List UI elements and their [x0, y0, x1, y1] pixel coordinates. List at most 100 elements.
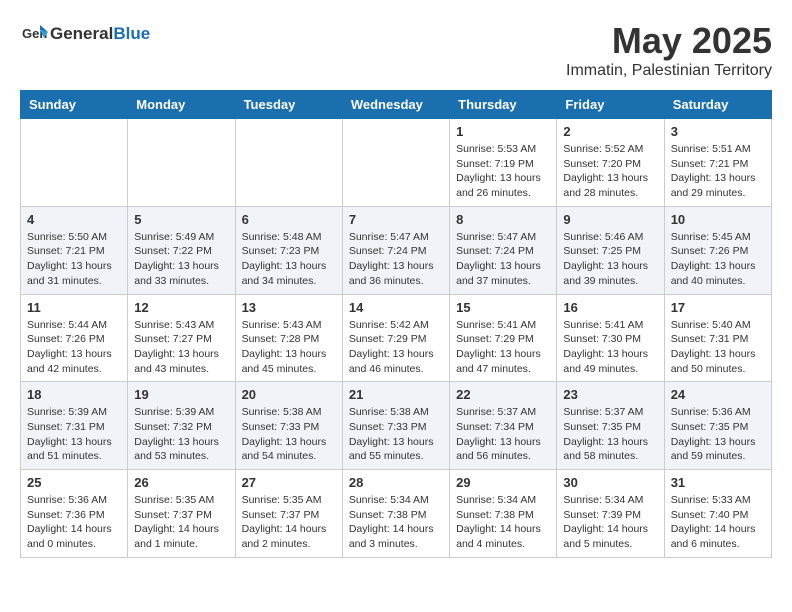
cell-date-number: 16	[563, 300, 657, 315]
cell-info-text: Sunrise: 5:34 AM Sunset: 7:38 PM Dayligh…	[456, 493, 550, 552]
cell-info-text: Sunrise: 5:41 AM Sunset: 7:30 PM Dayligh…	[563, 318, 657, 377]
cell-date-number: 10	[671, 212, 765, 227]
cell-date-number: 29	[456, 475, 550, 490]
cell-date-number: 5	[134, 212, 228, 227]
cell-info-text: Sunrise: 5:48 AM Sunset: 7:23 PM Dayligh…	[242, 230, 336, 289]
calendar-cell: 7 Sunrise: 5:47 AM Sunset: 7:24 PM Daylig…	[342, 206, 449, 294]
calendar-cell	[342, 119, 449, 207]
cell-date-number: 1	[456, 124, 550, 139]
calendar-week-1: 1 Sunrise: 5:53 AM Sunset: 7:19 PM Daylig…	[21, 119, 772, 207]
cell-info-text: Sunrise: 5:49 AM Sunset: 7:22 PM Dayligh…	[134, 230, 228, 289]
cell-info-text: Sunrise: 5:35 AM Sunset: 7:37 PM Dayligh…	[134, 493, 228, 552]
cell-date-number: 8	[456, 212, 550, 227]
calendar-week-4: 18 Sunrise: 5:39 AM Sunset: 7:31 PM Dayli…	[21, 382, 772, 470]
header-saturday: Saturday	[664, 91, 771, 119]
cell-date-number: 13	[242, 300, 336, 315]
cell-date-number: 21	[349, 387, 443, 402]
cell-info-text: Sunrise: 5:53 AM Sunset: 7:19 PM Dayligh…	[456, 142, 550, 201]
calendar-cell: 12 Sunrise: 5:43 AM Sunset: 7:27 PM Dayli…	[128, 294, 235, 382]
calendar-cell: 21 Sunrise: 5:38 AM Sunset: 7:33 PM Dayli…	[342, 382, 449, 470]
header-monday: Monday	[128, 91, 235, 119]
cell-date-number: 4	[27, 212, 121, 227]
calendar-cell: 6Sunrise: 5:48 AM Sunset: 7:23 PM Daylig…	[235, 206, 342, 294]
calendar-cell: 23Sunrise: 5:37 AM Sunset: 7:35 PM Dayli…	[557, 382, 664, 470]
cell-date-number: 14	[349, 300, 443, 315]
cell-date-number: 9	[563, 212, 657, 227]
location-subtitle: Immatin, Palestinian Territory	[566, 62, 772, 80]
cell-info-text: Sunrise: 5:38 AM Sunset: 7:33 PM Dayligh…	[242, 405, 336, 464]
calendar-cell: 4 Sunrise: 5:50 AM Sunset: 7:21 PM Daylig…	[21, 206, 128, 294]
cell-info-text: Sunrise: 5:52 AM Sunset: 7:20 PM Dayligh…	[563, 142, 657, 201]
cell-info-text: Sunrise: 5:35 AM Sunset: 7:37 PM Dayligh…	[242, 493, 336, 552]
calendar-cell: 3 Sunrise: 5:51 AM Sunset: 7:21 PM Daylig…	[664, 119, 771, 207]
cell-info-text: Sunrise: 5:40 AM Sunset: 7:31 PM Dayligh…	[671, 318, 765, 377]
cell-date-number: 25	[27, 475, 121, 490]
cell-info-text: Sunrise: 5:43 AM Sunset: 7:27 PM Dayligh…	[134, 318, 228, 377]
logo-icon: Gen	[20, 20, 48, 48]
calendar-week-3: 11Sunrise: 5:44 AM Sunset: 7:26 PM Dayli…	[21, 294, 772, 382]
header-wednesday: Wednesday	[342, 91, 449, 119]
cell-info-text: Sunrise: 5:50 AM Sunset: 7:21 PM Dayligh…	[27, 230, 121, 289]
cell-date-number: 20	[242, 387, 336, 402]
cell-date-number: 11	[27, 300, 121, 315]
calendar-cell: 1 Sunrise: 5:53 AM Sunset: 7:19 PM Daylig…	[450, 119, 557, 207]
calendar-cell: 29 Sunrise: 5:34 AM Sunset: 7:38 PM Dayli…	[450, 470, 557, 558]
cell-info-text: Sunrise: 5:36 AM Sunset: 7:35 PM Dayligh…	[671, 405, 765, 464]
cell-info-text: Sunrise: 5:38 AM Sunset: 7:33 PM Dayligh…	[349, 405, 443, 464]
calendar-cell: 26 Sunrise: 5:35 AM Sunset: 7:37 PM Dayli…	[128, 470, 235, 558]
cell-info-text: Sunrise: 5:34 AM Sunset: 7:38 PM Dayligh…	[349, 493, 443, 552]
calendar-cell: 17 Sunrise: 5:40 AM Sunset: 7:31 PM Dayli…	[664, 294, 771, 382]
calendar-cell: 19Sunrise: 5:39 AM Sunset: 7:32 PM Dayli…	[128, 382, 235, 470]
calendar-cell: 8Sunrise: 5:47 AM Sunset: 7:24 PM Daylig…	[450, 206, 557, 294]
calendar-cell: 27 Sunrise: 5:35 AM Sunset: 7:37 PM Dayli…	[235, 470, 342, 558]
cell-date-number: 12	[134, 300, 228, 315]
cell-date-number: 19	[134, 387, 228, 402]
calendar-cell: 11Sunrise: 5:44 AM Sunset: 7:26 PM Dayli…	[21, 294, 128, 382]
cell-info-text: Sunrise: 5:36 AM Sunset: 7:36 PM Dayligh…	[27, 493, 121, 552]
logo: Gen GeneralBlue	[20, 20, 150, 48]
cell-info-text: Sunrise: 5:39 AM Sunset: 7:31 PM Dayligh…	[27, 405, 121, 464]
calendar-cell: 2 Sunrise: 5:52 AM Sunset: 7:20 PM Daylig…	[557, 119, 664, 207]
cell-info-text: Sunrise: 5:45 AM Sunset: 7:26 PM Dayligh…	[671, 230, 765, 289]
cell-date-number: 17	[671, 300, 765, 315]
calendar-cell: 10 Sunrise: 5:45 AM Sunset: 7:26 PM Dayli…	[664, 206, 771, 294]
cell-info-text: Sunrise: 5:47 AM Sunset: 7:24 PM Dayligh…	[349, 230, 443, 289]
cell-info-text: Sunrise: 5:46 AM Sunset: 7:25 PM Dayligh…	[563, 230, 657, 289]
cell-info-text: Sunrise: 5:37 AM Sunset: 7:34 PM Dayligh…	[456, 405, 550, 464]
calendar-cell: 31Sunrise: 5:33 AM Sunset: 7:40 PM Dayli…	[664, 470, 771, 558]
cell-date-number: 7	[349, 212, 443, 227]
cell-info-text: Sunrise: 5:41 AM Sunset: 7:29 PM Dayligh…	[456, 318, 550, 377]
header-tuesday: Tuesday	[235, 91, 342, 119]
cell-date-number: 22	[456, 387, 550, 402]
weekday-header-row: Sunday Monday Tuesday Wednesday Thursday…	[21, 91, 772, 119]
title-block: May 2025 Immatin, Palestinian Territory	[566, 20, 772, 80]
calendar-week-5: 25 Sunrise: 5:36 AM Sunset: 7:36 PM Dayli…	[21, 470, 772, 558]
cell-date-number: 27	[242, 475, 336, 490]
calendar-table: Sunday Monday Tuesday Wednesday Thursday…	[20, 90, 772, 558]
cell-date-number: 18	[27, 387, 121, 402]
cell-date-number: 24	[671, 387, 765, 402]
cell-date-number: 3	[671, 124, 765, 139]
cell-date-number: 30	[563, 475, 657, 490]
calendar-week-2: 4 Sunrise: 5:50 AM Sunset: 7:21 PM Daylig…	[21, 206, 772, 294]
header-thursday: Thursday	[450, 91, 557, 119]
cell-date-number: 31	[671, 475, 765, 490]
calendar-cell: 20 Sunrise: 5:38 AM Sunset: 7:33 PM Dayli…	[235, 382, 342, 470]
cell-info-text: Sunrise: 5:42 AM Sunset: 7:29 PM Dayligh…	[349, 318, 443, 377]
month-title: May 2025	[566, 20, 772, 62]
cell-info-text: Sunrise: 5:51 AM Sunset: 7:21 PM Dayligh…	[671, 142, 765, 201]
cell-date-number: 2	[563, 124, 657, 139]
cell-info-text: Sunrise: 5:37 AM Sunset: 7:35 PM Dayligh…	[563, 405, 657, 464]
calendar-cell: 24 Sunrise: 5:36 AM Sunset: 7:35 PM Dayli…	[664, 382, 771, 470]
calendar-cell: 30Sunrise: 5:34 AM Sunset: 7:39 PM Dayli…	[557, 470, 664, 558]
calendar-cell: 14 Sunrise: 5:42 AM Sunset: 7:29 PM Dayli…	[342, 294, 449, 382]
cell-date-number: 26	[134, 475, 228, 490]
cell-date-number: 28	[349, 475, 443, 490]
calendar-cell: 28 Sunrise: 5:34 AM Sunset: 7:38 PM Dayli…	[342, 470, 449, 558]
page-header: Gen GeneralBlue May 2025 Immatin, Palest…	[20, 20, 772, 80]
calendar-cell: 16 Sunrise: 5:41 AM Sunset: 7:30 PM Dayli…	[557, 294, 664, 382]
calendar-cell: 15Sunrise: 5:41 AM Sunset: 7:29 PM Dayli…	[450, 294, 557, 382]
calendar-cell	[128, 119, 235, 207]
logo-general-text: General	[50, 24, 113, 43]
calendar-cell: 18 Sunrise: 5:39 AM Sunset: 7:31 PM Dayli…	[21, 382, 128, 470]
